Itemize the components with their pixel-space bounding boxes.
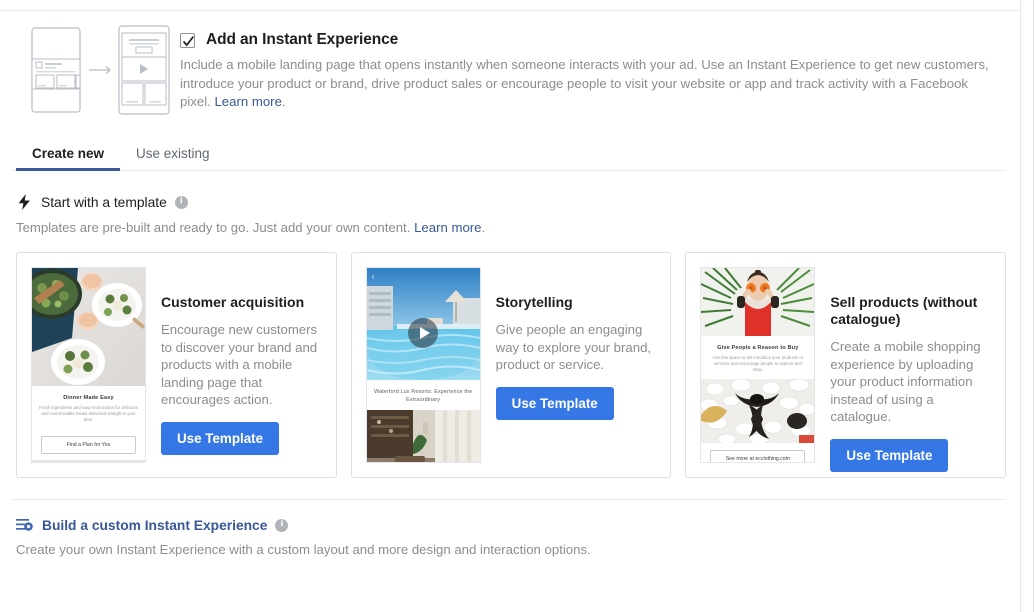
template-card-body: Storytelling Give people an engaging way… bbox=[496, 267, 657, 463]
thumbnail-caption: Give People a Reason to Buy Use this spa… bbox=[701, 336, 814, 379]
thumbnail-cta-button: Find a Plan for You bbox=[41, 436, 136, 454]
build-custom-title[interactable]: Build a custom Instant Experience bbox=[42, 518, 267, 533]
templates-subtitle-period: . bbox=[482, 220, 486, 235]
info-icon[interactable]: i bbox=[275, 519, 288, 532]
hero-description-period: . bbox=[282, 94, 286, 109]
template-card-body: Customer acquisition Encourage new custo… bbox=[161, 267, 322, 463]
build-custom-subtitle: Create your own Instant Experience with … bbox=[16, 542, 1006, 557]
hero-description: Include a mobile landing page that opens… bbox=[180, 56, 995, 112]
use-template-button-storytelling[interactable]: Use Template bbox=[496, 387, 614, 420]
hero-title: Add an Instant Experience bbox=[206, 31, 398, 49]
model-palm-image bbox=[701, 268, 814, 336]
tab-use-existing[interactable]: Use existing bbox=[120, 138, 226, 170]
start-with-template-section: Start with a template i Templates are pr… bbox=[12, 171, 1006, 478]
template-thumbnail-customer-acquisition: Dinner Made Easy Fresh ingredients and e… bbox=[31, 267, 146, 463]
thumbnail-caption-body: Fresh ingredients and easy instructions … bbox=[39, 405, 138, 423]
thumbnail-cta-button: See more at ecclothing.com bbox=[710, 450, 805, 463]
settings-sliders-icon bbox=[16, 517, 34, 533]
thumbnail-caption-title: Dinner Made Easy bbox=[39, 395, 138, 401]
template-card-title: Customer acquisition bbox=[161, 294, 322, 311]
use-template-button-customer-acquisition[interactable]: Use Template bbox=[161, 422, 279, 455]
thumbnail-footer-image bbox=[32, 460, 145, 463]
hero-section: Add an Instant Experience Include a mobi… bbox=[12, 0, 1006, 118]
hero-description-text: Include a mobile landing page that opens… bbox=[180, 57, 989, 109]
play-button-icon[interactable] bbox=[408, 318, 438, 348]
thumbnail-caption-body: Use this space to tell introduce your pr… bbox=[708, 355, 807, 373]
thumbnail-caption: Dinner Made Easy Fresh ingredients and e… bbox=[32, 386, 145, 429]
mode-tabs: Create new Use existing bbox=[12, 138, 1006, 171]
checkmark-icon bbox=[182, 35, 195, 48]
start-with-template-subtitle-text: Templates are pre-built and ready to go.… bbox=[16, 220, 410, 235]
start-with-template-title: Start with a template bbox=[41, 195, 167, 210]
template-card-body: Sell products (without catalogue) Create… bbox=[830, 267, 991, 463]
template-card-description: Encourage new customers to discover your… bbox=[161, 321, 322, 409]
template-thumbnail-storytelling: ‹ Waterford Lux Resorts: Experience the … bbox=[366, 267, 481, 463]
template-card-list: Dinner Made Easy Fresh ingredients and e… bbox=[16, 252, 1006, 478]
build-custom-section: Build a custom Instant Experience i Crea… bbox=[12, 500, 1006, 557]
phone-transition-icon bbox=[26, 23, 174, 117]
hero-learn-more-link[interactable]: Learn more bbox=[214, 94, 281, 109]
template-thumbnail-sell-products: Give People a Reason to Buy Use this spa… bbox=[700, 267, 815, 463]
build-custom-header[interactable]: Build a custom Instant Experience i bbox=[16, 517, 1006, 533]
template-card-sell-products[interactable]: Give People a Reason to Buy Use this spa… bbox=[685, 252, 1006, 478]
template-card-title: Storytelling bbox=[496, 294, 657, 311]
hero-text-block: Add an Instant Experience Include a mobi… bbox=[180, 22, 1003, 112]
template-card-description: Create a mobile shopping experience by u… bbox=[830, 338, 991, 426]
use-template-button-sell-products[interactable]: Use Template bbox=[830, 439, 948, 472]
tab-create-new[interactable]: Create new bbox=[16, 138, 120, 170]
start-with-template-header: Start with a template i bbox=[16, 193, 1006, 211]
thumbnail-product-image bbox=[701, 379, 814, 443]
template-card-description: Give people an engaging way to explore y… bbox=[496, 321, 657, 374]
lightning-bolt-icon bbox=[16, 193, 33, 211]
add-instant-experience-checkbox[interactable] bbox=[180, 33, 195, 48]
thumbnail-interior-image bbox=[367, 410, 480, 463]
template-card-title: Sell products (without catalogue) bbox=[830, 294, 991, 328]
thumbnail-caption-title: Give People a Reason to Buy bbox=[708, 345, 807, 351]
add-instant-experience-row[interactable]: Add an Instant Experience bbox=[180, 31, 995, 49]
panel-scroll-track[interactable] bbox=[1020, 0, 1021, 612]
thumbnail-caption-title: Waterford Lux Resorts: Experience the Ex… bbox=[374, 389, 473, 404]
thumbnail-caption: Waterford Lux Resorts: Experience the Ex… bbox=[367, 380, 480, 410]
info-icon[interactable]: i bbox=[175, 196, 188, 209]
carousel-previous-icon[interactable]: ‹ bbox=[372, 272, 375, 281]
ad-to-instant-experience-illustration bbox=[12, 22, 180, 118]
food-photo-image bbox=[32, 268, 145, 386]
start-with-template-subtitle: Templates are pre-built and ready to go.… bbox=[16, 220, 1006, 235]
instant-experience-panel: Add an Instant Experience Include a mobi… bbox=[0, 0, 1020, 612]
templates-learn-more-link[interactable]: Learn more bbox=[414, 220, 481, 235]
template-card-customer-acquisition[interactable]: Dinner Made Easy Fresh ingredients and e… bbox=[16, 252, 337, 478]
template-card-storytelling[interactable]: ‹ Waterford Lux Resorts: Experience the … bbox=[351, 252, 672, 478]
